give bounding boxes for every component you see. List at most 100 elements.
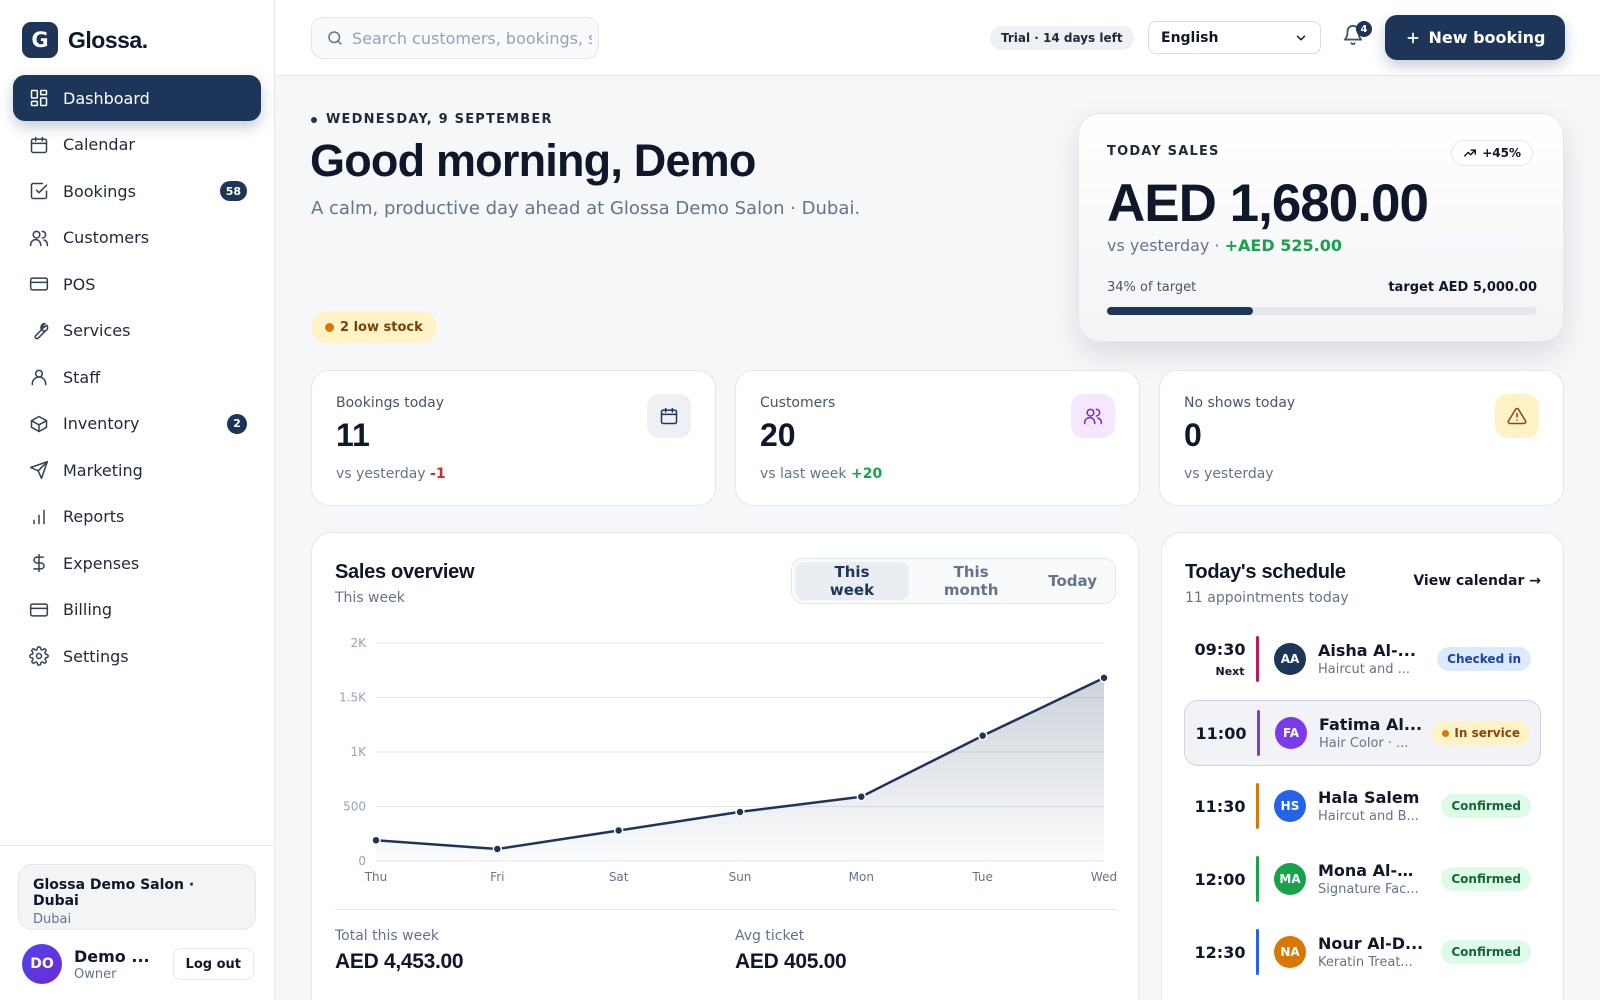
search-icon: [328, 31, 342, 45]
appointment-time-block: 12:00: [1184, 870, 1256, 889]
customer-name: Fatima Al...: [1319, 715, 1423, 734]
calendar-icon: [660, 407, 678, 425]
sidebar-item-settings[interactable]: Settings: [13, 633, 261, 679]
today-sales-card: TODAY SALES +45% AED 1,680.00 vs yesterd…: [1078, 113, 1564, 342]
low-stock-badge[interactable]: 2 low stock: [311, 311, 437, 343]
compare-value: +AED 525.00: [1224, 236, 1342, 255]
new-booking-button[interactable]: New booking: [1385, 15, 1565, 60]
stat-icon-tile: [647, 394, 691, 438]
sidebar-item-marketing[interactable]: Marketing: [13, 447, 261, 493]
stat-value: 20: [760, 417, 796, 453]
sidebar-item-billing[interactable]: Billing: [13, 587, 261, 633]
notifications-button[interactable]: 4: [1342, 21, 1372, 50]
sidebar-item-dashboard[interactable]: Dashboard: [13, 75, 261, 121]
tab-today[interactable]: Today: [1033, 562, 1112, 600]
view-calendar-link[interactable]: View calendar →: [1413, 573, 1541, 589]
target-amount: target AED 5,000.00: [1388, 280, 1537, 295]
appointment-time: 12:00: [1194, 869, 1246, 889]
sidebar-item-label: Marketing: [63, 460, 143, 480]
customer-name: Aisha Al-...: [1318, 641, 1416, 660]
trend-up-icon: [1464, 149, 1477, 157]
plus-icon: [1407, 32, 1418, 43]
sales-point: [371, 835, 381, 846]
status-badge: Checked in: [1437, 647, 1531, 671]
dashboard-icon: [30, 89, 48, 107]
tab-this-week[interactable]: This week: [795, 562, 910, 600]
calendar-icon: [30, 136, 48, 153]
stat-compare: vs yesterday -1: [336, 466, 691, 482]
target-progress-bar: [1107, 307, 1537, 315]
status-badge: In service: [1432, 721, 1530, 745]
sidebar-item-label: Reports: [63, 507, 125, 526]
status-badge: Confirmed: [1441, 867, 1531, 891]
sidebar-item-inventory[interactable]: Inventory 2: [13, 401, 261, 447]
sidebar-item-staff[interactable]: Staff: [13, 354, 261, 400]
sales-point: [856, 791, 867, 802]
stat-icon-tile: [1071, 394, 1115, 438]
service-name: Signature Fac...: [1318, 882, 1419, 897]
language-select[interactable]: English: [1148, 21, 1321, 54]
sidebar-item-badge: 58: [219, 181, 247, 201]
sidebar-item-customers[interactable]: Customers: [13, 215, 261, 261]
x-tick-label: Wed: [1091, 870, 1117, 884]
sidebar-item-expenses[interactable]: Expenses: [13, 540, 261, 586]
date-dot: [311, 116, 317, 123]
brand[interactable]: G Glossa.: [22, 22, 148, 58]
sales-chart: 0 500 1K 1.5K 2K Thu Fri Sat Sun Mon Tue Wed: [339, 636, 1117, 884]
schedule-subtitle: 11 appointments today: [1185, 590, 1349, 606]
today-sales-amount: AED 1,680.00: [1107, 174, 1429, 233]
y-tick-label: 1K: [350, 745, 367, 759]
tab-this-month[interactable]: This month: [909, 562, 1033, 600]
schedule-panel: Today's schedule 11 appointments today V…: [1161, 532, 1564, 1000]
user-icon: [31, 369, 47, 386]
stat-card-no-shows-today: No shows today 0 vs yesterday: [1159, 370, 1564, 506]
avatar: FA: [1275, 717, 1307, 749]
appointment-row[interactable]: 12:30 NA Nour Al-D... Keratin Treat... Confi…: [1184, 919, 1541, 985]
appointment-info: Mona Al-H... Signature Fac...: [1318, 861, 1426, 897]
appointment-row[interactable]: 11:00 FA Fatima Al... Hair Color · ... In se…: [1184, 700, 1541, 766]
x-tick-label: Thu: [364, 870, 388, 884]
page-title: Good morning, Demo: [310, 135, 756, 186]
users-icon: [29, 230, 49, 246]
sidebar-item-reports[interactable]: Reports: [13, 494, 261, 540]
appointment-time: 11:30: [1194, 796, 1246, 816]
sales-point: [977, 730, 988, 741]
sidebar-item-services[interactable]: Services: [13, 308, 261, 354]
appointment-color-bar: [1256, 929, 1259, 975]
sales-point: [735, 807, 745, 817]
appointment-info: Nour Al-D... Keratin Treat...: [1318, 934, 1426, 970]
sidebar: G Glossa. Dashboard Calendar Bookings 58 Cus…: [0, 0, 275, 1000]
sidebar-item-pos[interactable]: POS: [13, 261, 261, 307]
appointment-info: Aisha Al-... Haircut and ...: [1318, 641, 1426, 677]
appointment-time-block: 09:30 Next: [1184, 640, 1256, 678]
stat-compare: vs yesterday: [1184, 466, 1539, 482]
stat-icon-tile: [1495, 394, 1539, 438]
search-box[interactable]: [311, 17, 599, 59]
sidebar-item-calendar[interactable]: Calendar: [13, 122, 261, 168]
stat-compare-value: -1: [430, 466, 446, 482]
appointment-color-bar: [1256, 783, 1259, 829]
sidebar-item-bookings[interactable]: Bookings 58: [13, 168, 261, 214]
appointment-color-bar: [1256, 636, 1259, 682]
user-role: Owner: [74, 966, 117, 982]
sidebar-item-badge: 2: [227, 413, 247, 434]
appointment-row[interactable]: 11:30 HS Hala Salem Haircut and B... Confirm…: [1184, 773, 1541, 839]
sales-point: [492, 844, 503, 854]
sales-area: [376, 677, 1104, 861]
salon-name: Glossa Demo Salon · Dubai: [33, 877, 195, 909]
sidebar-item-label: Billing: [63, 600, 113, 619]
status-badge: Confirmed: [1441, 940, 1531, 964]
stat-compare-prefix: vs last week: [760, 466, 851, 482]
sidebar-item-label: Expenses: [63, 553, 140, 573]
total-this-week: Total this week AED 4,453.00: [335, 928, 464, 974]
avatar[interactable]: DO: [22, 944, 62, 984]
appointment-row[interactable]: 12:00 MA Mona Al-H... Signature Fac... Confi…: [1184, 846, 1541, 912]
search-input[interactable]: [352, 28, 592, 48]
logout-button[interactable]: Log out: [172, 948, 254, 980]
user-profile: DO Demo ... Owner Log out: [22, 943, 254, 985]
salon-switcher[interactable]: Glossa Demo Salon · Dubai Dubai: [18, 864, 256, 930]
schedule-title: Today's schedule: [1185, 561, 1346, 583]
appointment-row[interactable]: 09:30 Next AA Aisha Al-... Haircut and ... Ch…: [1184, 626, 1541, 692]
avg-label: Avg ticket: [735, 928, 805, 944]
y-tick-label: 0: [358, 854, 366, 868]
